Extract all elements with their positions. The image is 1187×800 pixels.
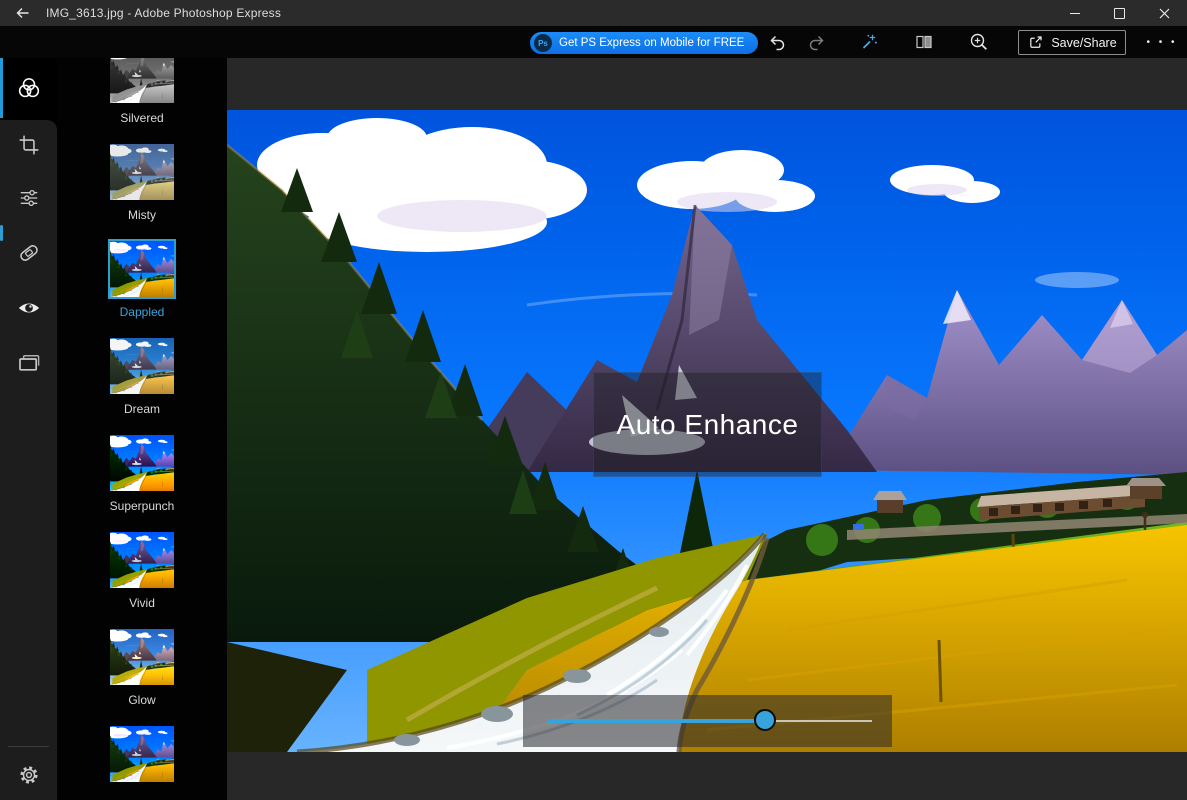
before-after-icon xyxy=(914,32,934,52)
filter-item-partial[interactable] xyxy=(110,726,174,800)
filter-label: Superpunch xyxy=(110,499,175,513)
redo-button[interactable] xyxy=(803,29,831,55)
minimize-button[interactable] xyxy=(1052,0,1097,26)
slider-track[interactable] xyxy=(547,720,872,722)
gear-icon xyxy=(18,764,40,786)
frame-stack-icon xyxy=(17,350,41,374)
zoom-button[interactable] xyxy=(965,29,993,55)
filter-label: Dappled xyxy=(120,305,165,319)
magic-wand-icon xyxy=(859,32,879,52)
eye-icon xyxy=(17,296,41,320)
close-icon xyxy=(1159,8,1170,19)
close-button[interactable] xyxy=(1142,0,1187,26)
sliders-icon xyxy=(18,187,40,209)
enhance-slider-panel xyxy=(523,695,892,747)
filter-item-dappled[interactable]: Dappled xyxy=(110,241,174,319)
tool-looks[interactable] xyxy=(0,58,57,118)
ps-logo-icon: Ps xyxy=(534,34,552,52)
slider-handle[interactable] xyxy=(754,709,776,731)
filter-label: Glow xyxy=(128,693,155,707)
tool-crop[interactable] xyxy=(0,120,57,170)
save-share-button[interactable]: Save/Share xyxy=(1018,30,1126,55)
minimize-icon xyxy=(1070,13,1080,14)
filter-item-vivid[interactable]: Vivid xyxy=(110,532,174,610)
filter-thumbnail xyxy=(110,726,174,782)
window-title: IMG_3613.jpg - Adobe Photoshop Express xyxy=(46,6,281,20)
crop-icon xyxy=(18,134,40,156)
filter-thumbnail xyxy=(110,532,174,588)
filter-thumbnail xyxy=(110,338,174,394)
auto-enhance-label: Auto Enhance xyxy=(617,409,799,441)
save-share-label: Save/Share xyxy=(1051,36,1116,50)
filter-item-superpunch[interactable]: Superpunch xyxy=(110,435,175,513)
rail-divider xyxy=(8,746,49,747)
band-aid-icon xyxy=(17,241,41,265)
share-icon xyxy=(1027,34,1044,51)
tool-red-eye[interactable] xyxy=(0,283,57,333)
tool-healing[interactable] xyxy=(0,228,57,278)
tool-rail xyxy=(0,58,57,800)
before-after-button[interactable] xyxy=(910,29,938,55)
filter-list: Silvered Misty Dappled Dream Superpunch … xyxy=(57,58,227,800)
back-button[interactable] xyxy=(0,0,46,26)
filter-thumbnail xyxy=(110,58,174,103)
filters-filmstrip: Silvered Misty Dappled Dream Superpunch … xyxy=(57,58,227,800)
tool-adjustments[interactable] xyxy=(0,173,57,223)
maximize-button[interactable] xyxy=(1097,0,1142,26)
editor-canvas: Auto Enhance xyxy=(227,58,1187,800)
filter-label: Misty xyxy=(128,208,156,222)
ellipsis-icon: • • • xyxy=(1146,37,1177,48)
more-options-button[interactable]: • • • xyxy=(1143,29,1181,55)
filter-item-misty[interactable]: Misty xyxy=(110,144,174,222)
auto-enhance-overlay: Auto Enhance xyxy=(593,372,822,477)
maximize-icon xyxy=(1114,8,1125,19)
filter-thumbnail xyxy=(110,144,174,200)
slider-fill xyxy=(547,719,765,723)
filter-label: Vivid xyxy=(129,596,155,610)
settings-button[interactable] xyxy=(0,750,57,800)
auto-enhance-button[interactable] xyxy=(855,29,883,55)
filter-item-dream[interactable]: Dream xyxy=(110,338,174,416)
looks-filters-icon xyxy=(17,76,41,100)
toolbar: Ps Get PS Express on Mobile for FREE xyxy=(0,26,1187,58)
get-ps-express-button[interactable]: Ps Get PS Express on Mobile for FREE xyxy=(530,32,758,54)
tool-borders[interactable] xyxy=(0,337,57,387)
filter-thumbnail xyxy=(110,629,174,685)
filter-item-silvered[interactable]: Silvered xyxy=(110,58,174,125)
undo-icon xyxy=(767,32,787,52)
redo-icon xyxy=(807,32,827,52)
undo-button[interactable] xyxy=(763,29,791,55)
titlebar: IMG_3613.jpg - Adobe Photoshop Express xyxy=(0,0,1187,26)
filter-label: Dream xyxy=(124,402,160,416)
filter-thumbnail xyxy=(110,435,174,491)
zoom-magnifier-icon xyxy=(969,32,989,52)
filter-label: Silvered xyxy=(120,111,163,125)
filter-thumbnail xyxy=(110,241,174,297)
filter-item-glow[interactable]: Glow xyxy=(110,629,174,707)
promo-label: Get PS Express on Mobile for FREE xyxy=(559,37,744,49)
active-tool-accent xyxy=(0,58,3,118)
